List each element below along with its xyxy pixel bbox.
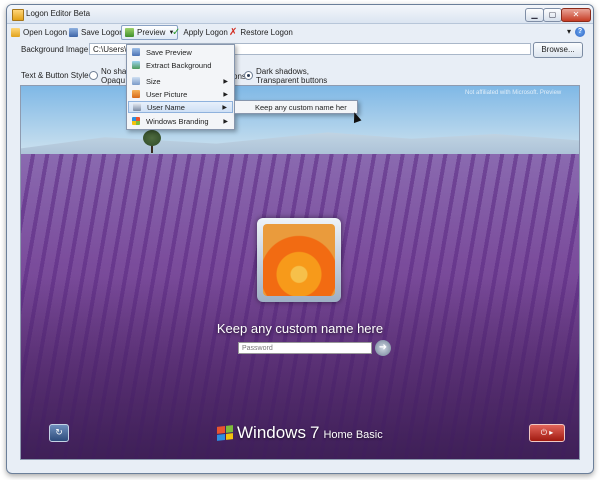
toolbar: Open Logon Save Logon Preview ▼ ✓ Apply … [7, 24, 593, 40]
overflow-chevron-icon[interactable]: ▾ [567, 27, 571, 36]
ease-of-access-icon[interactable]: ↻ [49, 424, 69, 442]
field-shade [21, 154, 579, 459]
chevron-right-icon: ▶ [223, 91, 228, 98]
logon-preview: Not affiliated with Microsoft. Preview K… [20, 85, 580, 460]
windows-branding: Windows 7 Home Basic [217, 422, 383, 444]
maximize-button[interactable]: ▢ [543, 8, 562, 22]
user-picture-frame [257, 218, 341, 302]
user-picture-icon [132, 90, 140, 98]
preview-watermark: Not affiliated with Microsoft. Preview [465, 90, 562, 96]
windows-flag-icon [217, 425, 233, 441]
logon-user-name: Keep any custom name here [216, 321, 384, 336]
chevron-right-icon: ▶ [223, 78, 228, 85]
user-name-icon [133, 103, 141, 111]
folder-icon [11, 27, 20, 37]
app-window: Logon Editor Beta ▁ ▢ ✕ Open Logon Save … [6, 4, 594, 474]
window-title: Logon Editor Beta [26, 9, 91, 18]
app-icon [12, 9, 24, 21]
save-preview-icon [132, 48, 140, 56]
menu-extract-background[interactable]: Extract Background [128, 59, 233, 71]
tree [143, 130, 161, 146]
menu-save-preview[interactable]: Save Preview [128, 46, 233, 58]
menu-size[interactable]: Size ▶ [128, 75, 233, 87]
background-image-label: Background Image [21, 45, 89, 54]
menu-user-picture[interactable]: User Picture ▶ [128, 88, 233, 100]
minimize-button[interactable]: ▁ [525, 8, 544, 22]
style-radio-3[interactable] [244, 71, 253, 80]
picture-icon [132, 61, 140, 69]
size-icon [132, 77, 140, 85]
restore-x-icon: ✗ [229, 26, 238, 38]
preview-dropdown-button[interactable]: Preview ▼ [121, 25, 179, 40]
preview-icon [125, 28, 134, 37]
chevron-right-icon: ▶ [222, 104, 227, 111]
brand-edition: Home Basic [323, 429, 383, 441]
close-button[interactable]: ✕ [561, 8, 591, 22]
style-option-1-label: No sha Opaqu [101, 67, 127, 85]
text-button-style-label: Text & Button Style [21, 71, 89, 80]
preview-menu: Save Preview Extract Background Size ▶ U… [126, 44, 235, 130]
chevron-right-icon: ▶ [223, 118, 228, 125]
user-picture-flower [263, 224, 335, 296]
style-radio-1[interactable] [89, 71, 98, 80]
menu-user-name[interactable]: User Name ▶ [128, 101, 233, 113]
password-field[interactable]: Password [238, 342, 372, 354]
brand-windows: Windows [237, 423, 306, 442]
user-name-submenu-item[interactable]: Keep any custom name her [234, 100, 358, 114]
restore-logon-button[interactable]: ✗ Restore Logon [229, 26, 293, 38]
brand-version: 7 [309, 423, 320, 442]
save-icon [69, 27, 78, 37]
checkmark-icon: ✓ [172, 26, 181, 38]
style-option-3-label: Dark shadows, Transparent buttons [256, 67, 328, 85]
open-logon-button[interactable]: Open Logon [11, 26, 67, 38]
arrow-right-icon[interactable]: ➜ [375, 340, 391, 356]
browse-button[interactable]: Browse... [533, 42, 583, 58]
shutdown-button[interactable]: ⏻ ▸ [529, 424, 565, 442]
save-logon-button[interactable]: Save Logon [69, 26, 124, 38]
windows-flag-icon [132, 117, 140, 125]
menu-windows-branding[interactable]: Windows Branding ▶ [128, 115, 233, 127]
help-icon[interactable]: ? [575, 27, 585, 37]
apply-logon-button[interactable]: ✓ Apply Logon [172, 26, 228, 38]
title-bar[interactable]: Logon Editor Beta ▁ ▢ ✕ [7, 5, 593, 24]
